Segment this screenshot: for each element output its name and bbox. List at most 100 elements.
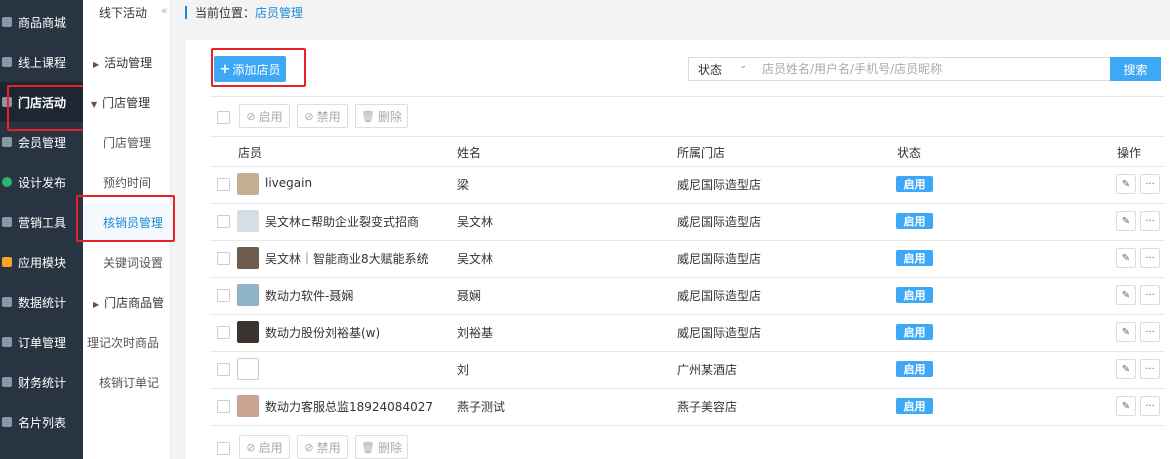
edit-button[interactable]: ✎ [1116, 248, 1136, 268]
column-header-store: 所属门店 [677, 146, 726, 160]
clerk-name: 刘裕基 [457, 326, 494, 340]
avatar [237, 284, 259, 306]
status-badge: 启用 [896, 287, 933, 303]
add-clerk-button[interactable]: + 添加店员 [214, 56, 286, 82]
clerk-name: 梁 [457, 178, 470, 192]
chevron-down-icon: ⌄ [739, 61, 747, 71]
more-button[interactable]: ··· [1140, 285, 1160, 305]
trash-icon: 🗑 [361, 109, 375, 123]
subnav-group-store[interactable]: ▼ 门店管理 [91, 94, 150, 111]
status-badge: 启用 [896, 361, 933, 377]
avatar [237, 321, 259, 343]
edit-button[interactable]: ✎ [1116, 285, 1136, 305]
marketing-icon [2, 217, 12, 227]
collapse-icon[interactable]: « [161, 4, 168, 17]
row-checkbox[interactable] [217, 178, 230, 191]
select-all-checkbox[interactable] [217, 111, 230, 124]
row-checkbox[interactable] [217, 363, 230, 376]
pencil-icon: ✎ [1121, 289, 1131, 301]
nav-item-stats[interactable]: 数据统计 [0, 282, 83, 322]
nav-item-store-activity[interactable]: 门店活动 [0, 82, 83, 122]
nav-item-marketing[interactable]: 营销工具 [0, 202, 83, 242]
pencil-icon: ✎ [1121, 215, 1131, 227]
nav-item-cards[interactable]: 名片列表 [0, 402, 83, 442]
more-button[interactable]: ··· [1140, 396, 1160, 416]
clerk-nickname: livegain [265, 176, 313, 190]
avatar [237, 247, 259, 269]
subnav-group-store-goods[interactable]: ▶ 门店商品管 [93, 294, 164, 311]
check-circle-icon: ⊘ [246, 109, 256, 123]
status-badge: 启用 [896, 176, 933, 192]
clerk-store: 威尼国际造型店 [677, 326, 762, 340]
caret-right-icon: ▶ [93, 60, 100, 69]
trash-icon: 🗑 [361, 440, 375, 454]
edit-button[interactable]: ✎ [1116, 396, 1136, 416]
bulk-enable-button-bottom[interactable]: ⊘ 启用 [239, 435, 290, 459]
subnav-item-keywords[interactable]: 关键词设置 [103, 254, 163, 271]
shop-icon [2, 17, 12, 27]
more-button[interactable]: ··· [1140, 248, 1160, 268]
subnav-item-booking-time[interactable]: 预约时间 [103, 174, 151, 191]
bulk-delete-button-bottom[interactable]: 🗑 删除 [355, 435, 408, 459]
subnav-group-activity[interactable]: ▶ 活动管理 [93, 54, 152, 71]
more-icon: ··· [1145, 289, 1155, 301]
status-select[interactable]: 状态 ⌄ [688, 57, 755, 81]
stats-icon [2, 297, 12, 307]
pencil-icon: ✎ [1121, 178, 1131, 190]
subnav-item-store-manage[interactable]: 门店管理 [103, 134, 151, 151]
subnav-item-verifier[interactable]: 核销员管理 [103, 214, 163, 231]
ban-icon: ⊘ [304, 109, 314, 123]
nav-item-orders[interactable]: 订单管理 [0, 322, 83, 362]
more-button[interactable]: ··· [1140, 174, 1160, 194]
store-icon [2, 97, 12, 107]
row-checkbox[interactable] [217, 326, 230, 339]
search-input[interactable] [754, 57, 1111, 81]
divider [210, 96, 1165, 97]
more-button[interactable]: ··· [1140, 359, 1160, 379]
status-badge: 启用 [896, 213, 933, 229]
nav-item-members[interactable]: 会员管理 [0, 122, 83, 162]
breadcrumb-current[interactable]: 店员管理 [255, 4, 303, 21]
subnav-item-timed-goods[interactable]: 理记次时商品 [87, 334, 159, 351]
edit-button[interactable]: ✎ [1116, 322, 1136, 342]
apps-icon [2, 257, 12, 267]
nav-item-finance[interactable]: 财务统计 [0, 362, 83, 402]
bulk-delete-button[interactable]: 🗑 删除 [355, 104, 408, 128]
nav-item-design[interactable]: 设计发布 [0, 162, 83, 202]
pencil-icon: ✎ [1121, 400, 1131, 412]
clerk-store: 威尼国际造型店 [677, 289, 762, 303]
row-checkbox[interactable] [217, 400, 230, 413]
bulk-disable-button-bottom[interactable]: ⊘ 禁用 [297, 435, 348, 459]
more-icon: ··· [1145, 400, 1155, 412]
more-button[interactable]: ··· [1140, 322, 1160, 342]
clerk-store: 威尼国际造型店 [677, 252, 762, 266]
plus-icon: + [219, 61, 231, 77]
card-icon [2, 417, 12, 427]
status-badge: 启用 [896, 398, 933, 414]
column-header-clerk: 店员 [238, 146, 263, 160]
row-checkbox[interactable] [217, 289, 230, 302]
edit-button[interactable]: ✎ [1116, 174, 1136, 194]
select-all-checkbox-bottom[interactable] [217, 442, 230, 455]
nav-item-courses[interactable]: 线上课程 [0, 42, 83, 82]
clerk-name: 刘 [457, 363, 470, 377]
more-button[interactable]: ··· [1140, 211, 1160, 231]
edit-button[interactable]: ✎ [1116, 359, 1136, 379]
row-checkbox[interactable] [217, 215, 230, 228]
breadcrumb: 当前位置： 店员管理 [185, 4, 303, 21]
bulk-disable-button[interactable]: ⊘ 禁用 [297, 104, 348, 128]
caret-right-icon: ▶ [93, 300, 100, 309]
clerk-nickname: 吴文林⊏帮助企业裂变式招商 [265, 215, 420, 229]
row-checkbox[interactable] [217, 252, 230, 265]
sub-sidebar: 线下活动 « ▶ 活动管理 ▼ 门店管理 门店管理 预约时间 核销员管理 关键词设置… [83, 0, 171, 459]
bulk-enable-button[interactable]: ⊘ 启用 [239, 104, 290, 128]
avatar [237, 210, 259, 232]
ban-icon: ⊘ [304, 440, 314, 454]
search-button[interactable]: 搜索 [1110, 57, 1161, 81]
avatar [237, 395, 259, 417]
nav-item-shop[interactable]: 商品商城 [0, 2, 83, 42]
subnav-item-verify-orders[interactable]: 核销订单记 [99, 374, 159, 391]
nav-item-apps[interactable]: 应用模块 [0, 242, 83, 282]
clerk-name: 吴文林 [457, 252, 494, 266]
edit-button[interactable]: ✎ [1116, 211, 1136, 231]
